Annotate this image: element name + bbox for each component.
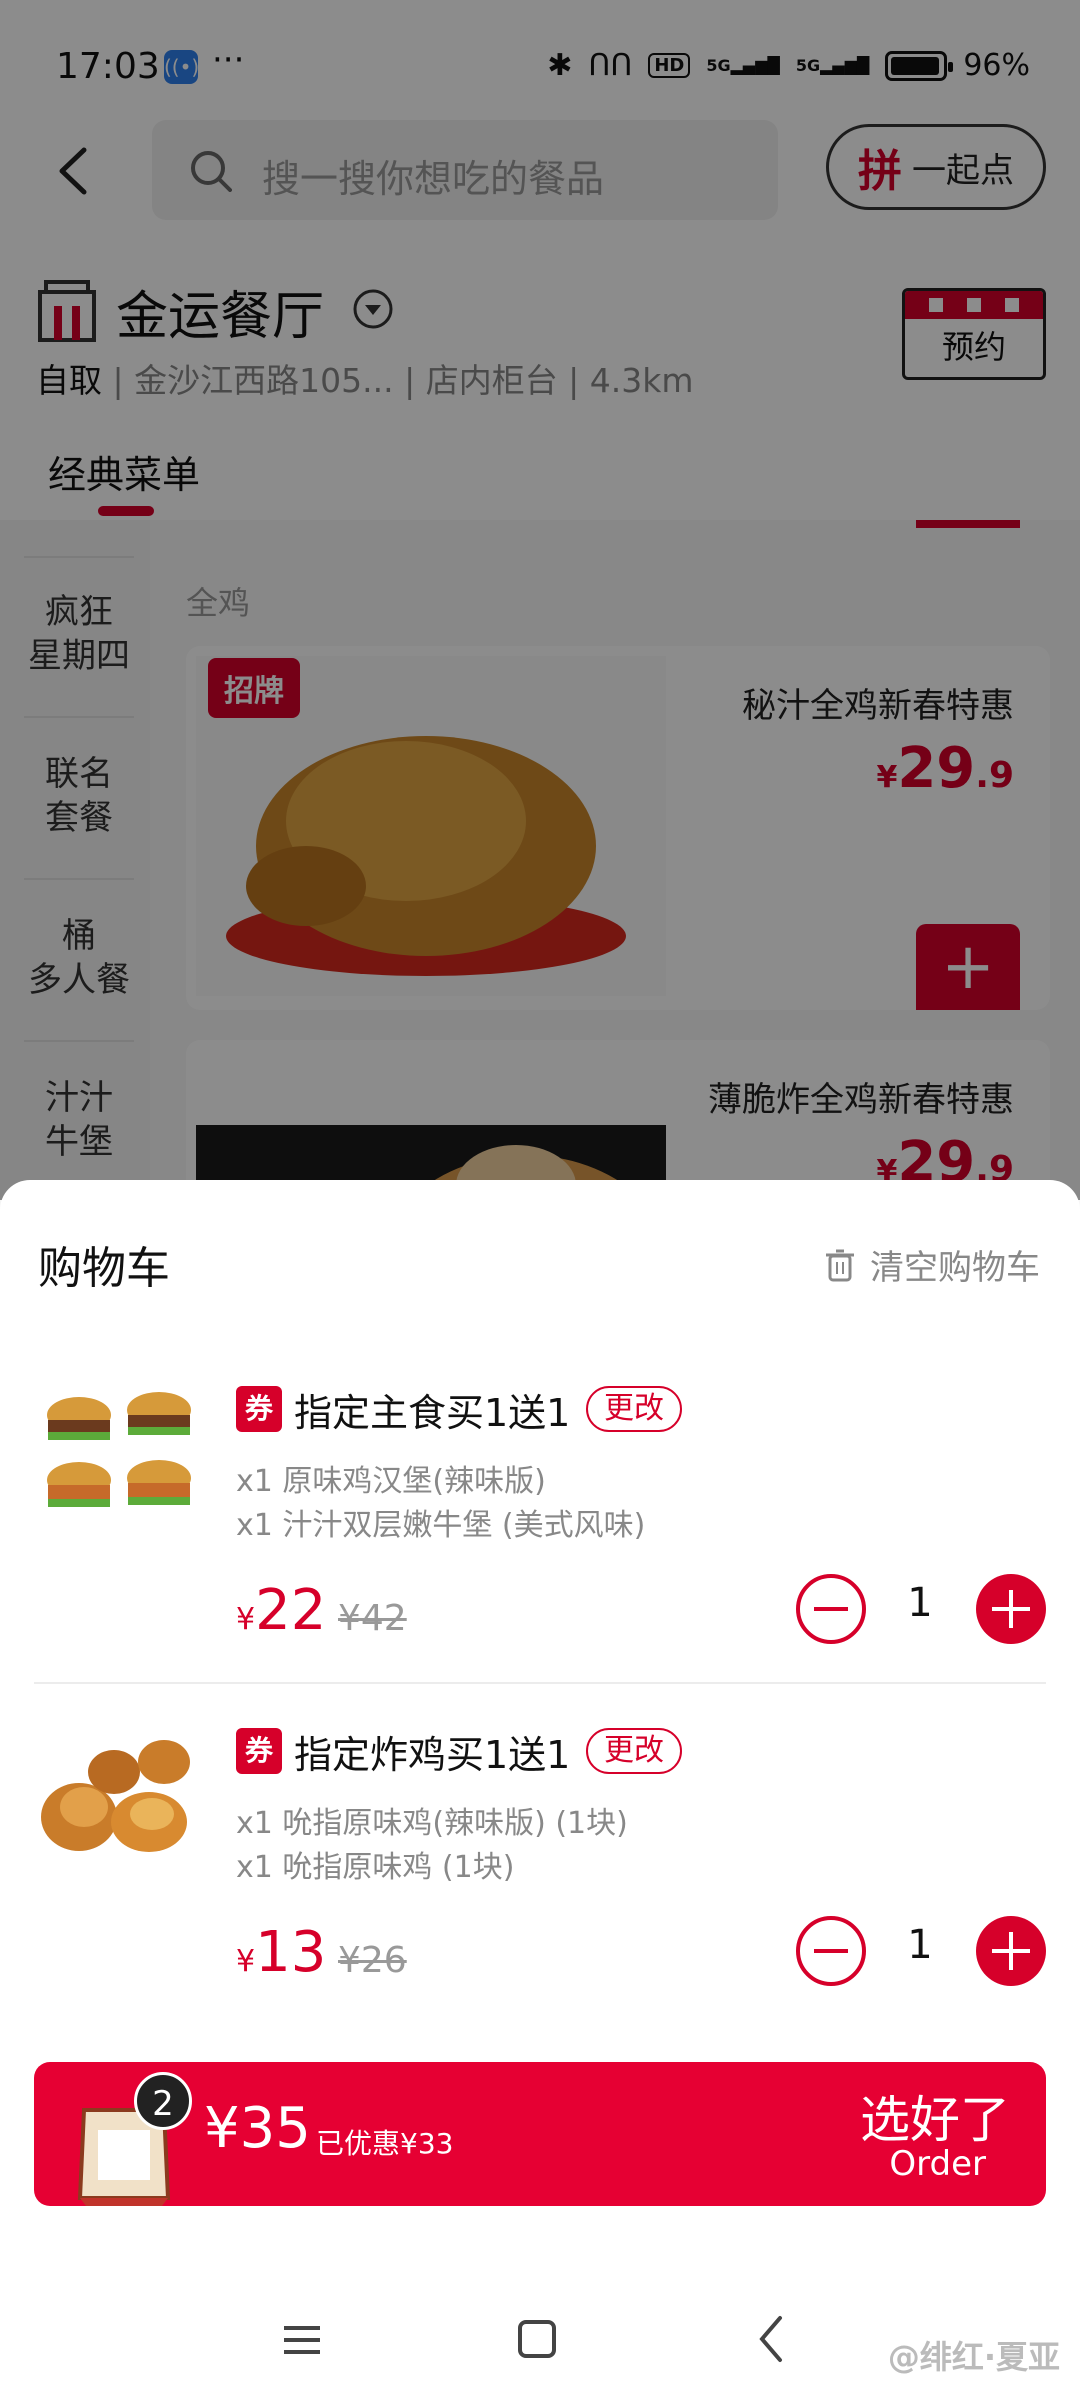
quantity-value: 1	[907, 1580, 933, 1626]
cart-item-title: 指定炸鸡买1送1	[294, 1733, 571, 1777]
cart-total: ¥35	[204, 2096, 311, 2161]
cart-count-badge: 2	[134, 2072, 192, 2130]
decrease-quantity-button[interactable]	[796, 1574, 866, 1644]
change-button[interactable]: 更改	[586, 1728, 682, 1774]
increase-quantity-button[interactable]	[976, 1916, 1046, 1986]
burger-set-image	[47, 1392, 191, 1507]
decrease-quantity-button[interactable]	[796, 1916, 866, 1986]
app-screen: 17:03 ((•)) ··· ✱ ᑎᑎ HD 5G▂▄▆█ 5G▂▄▆█ 96…	[0, 0, 1080, 2400]
home-icon[interactable]	[518, 2320, 556, 2358]
discount-amount: 已优惠¥33	[316, 2127, 454, 2160]
price-value: 22	[255, 1578, 327, 1643]
coupon-icon: 券	[236, 1386, 282, 1432]
modal-overlay[interactable]	[0, 0, 1080, 1200]
cart-item-title: 指定主食买1送1	[294, 1391, 571, 1435]
quantity-value: 1	[907, 1922, 933, 1968]
system-nav-bar: @绯红·夏亚	[0, 2290, 1080, 2400]
original-price: ¥42	[338, 1598, 407, 1639]
change-button[interactable]: 更改	[586, 1386, 682, 1432]
watermark: @绯红·夏亚	[887, 2338, 1060, 2376]
cart-item-detail: x1 吮指原味鸡 (1块)	[236, 1850, 515, 1885]
checkout-bar[interactable]: 2 ¥35 已优惠¥33 选好了 Order	[34, 2062, 1046, 2206]
cart-title: 购物车	[38, 1243, 170, 1294]
increase-quantity-button[interactable]	[976, 1574, 1046, 1644]
cart-item-detail: x1 原味鸡汉堡(辣味版)	[236, 1464, 546, 1499]
clear-cart-button[interactable]: 清空购物车	[824, 1240, 1040, 1289]
original-price: ¥26	[338, 1940, 407, 1981]
currency: ¥	[236, 1944, 256, 1979]
cart-item-detail: x1 汁汁双层嫩牛堡 (美式风味)	[236, 1508, 646, 1543]
trash-icon	[826, 1249, 854, 1281]
coupon-icon: 券	[236, 1728, 282, 1774]
currency: ¥	[236, 1602, 256, 1637]
confirm-order-label-en: Order	[889, 2144, 986, 2184]
fried-chicken-image	[41, 1740, 190, 1852]
cart-item-price: ¥13	[236, 1920, 326, 1985]
cart-item-price: ¥22	[236, 1578, 326, 1643]
price-value: 13	[255, 1920, 327, 1985]
cart-item: 券 指定炸鸡买1送1 更改 x1 吮指原味鸡(辣味版) (1块) x1 吮指原味…	[0, 1722, 1080, 2062]
divider	[34, 1682, 1046, 1684]
menu-icon[interactable]	[282, 2320, 322, 2360]
cart-item-detail: x1 吮指原味鸡(辣味版) (1块)	[236, 1806, 628, 1841]
clear-cart-label: 清空购物车	[870, 1248, 1040, 1288]
back-icon[interactable]	[756, 2314, 786, 2364]
cart-item: 券 指定主食买1送1 更改 x1 原味鸡汉堡(辣味版) x1 汁汁双层嫩牛堡 (…	[0, 1380, 1080, 1720]
confirm-order-label: 选好了	[860, 2091, 1010, 2149]
